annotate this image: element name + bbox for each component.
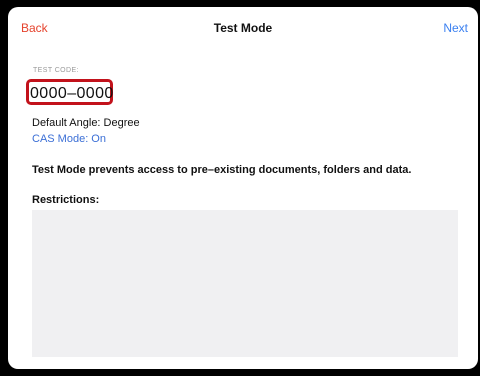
next-button[interactable]: Next [443,21,468,35]
test-mode-panel: Back Test Mode Next TEST CODE: 0000–0000… [8,7,478,369]
test-code-label: TEST CODE: [33,67,79,74]
test-mode-info-text: Test Mode prevents access to pre–existin… [32,164,412,176]
page-title: Test Mode [213,21,273,35]
header-bar: Back Test Mode Next [8,7,478,51]
restrictions-heading: Restrictions: [32,194,100,206]
restrictions-list-area [32,210,458,357]
default-angle-text: Default Angle: Degree [32,117,140,129]
test-code-value: 0000–0000 [30,85,114,102]
cas-mode-link[interactable]: CAS Mode: On [32,133,106,145]
